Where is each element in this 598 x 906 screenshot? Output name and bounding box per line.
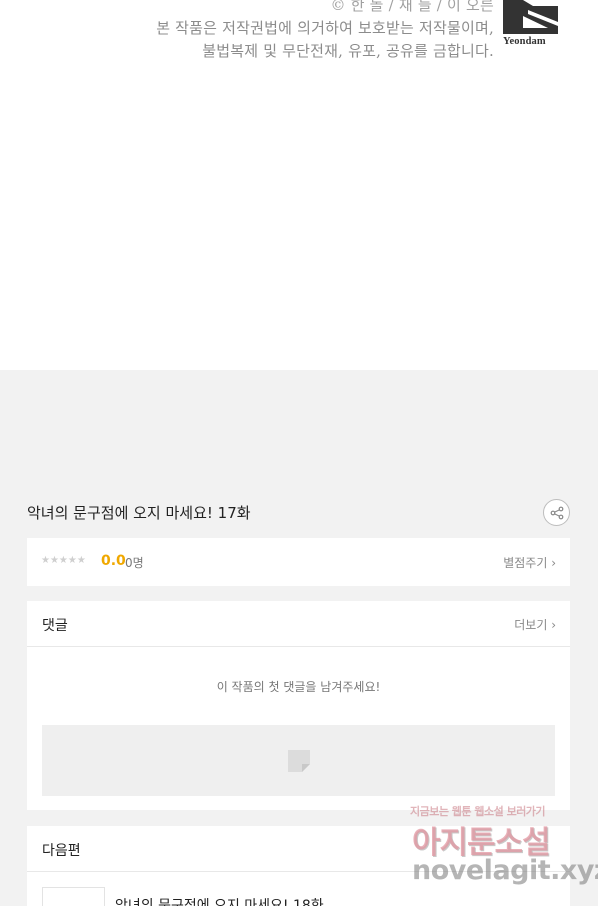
rating-stars: ★★★★★ [41,555,86,566]
episode-title: 악녀의 문구점에 오지 마세요! 17화 [27,504,251,522]
rating-card: ★★★★★ 0.0 0명 별점주기 › [27,538,570,586]
share-button[interactable] [543,499,570,526]
comic-end-panel: © 한 돌 / 재 들 / 이 오른 본 작품은 저작권법에 의거하여 보호받는… [0,0,598,370]
rating-count: 0명 [125,556,144,570]
rate-button[interactable]: 별점주기 › [503,554,556,571]
next-episode-thumbnail[interactable] [42,887,105,906]
comment-header: 댓글 더보기 › [27,601,570,647]
next-episode-section-title: 다음편 [42,843,81,859]
next-episode-header: 다음편 [27,826,570,872]
comment-input[interactable] [42,725,555,796]
empty-comments-message: 이 작품의 첫 댓글을 남겨주세요! [216,680,381,694]
rating-score: 0.0 [101,553,126,569]
comment-icon [287,749,310,772]
next-episode-card: 다음편 악녀의 문구점에 오지 마세요! 18화 [27,826,570,906]
yeondam-logo-mark [503,0,558,34]
copyright-notice: © 한 돌 / 재 들 / 이 오른 본 작품은 저작권법에 의거하여 보호받는… [156,0,494,63]
copyright-line-0: © 한 돌 / 재 들 / 이 오른 [330,0,494,14]
next-episode-link[interactable]: 악녀의 문구점에 오지 마세요! 18화 [115,895,324,906]
comment-section-title: 댓글 [42,618,68,634]
comment-card: 댓글 더보기 › 이 작품의 첫 댓글을 남겨주세요! [27,601,570,810]
logo-brand-text: Yeondam [503,36,546,47]
publisher-logo: Yeondam [503,0,559,50]
share-icon [550,506,563,519]
copyright-line-2: 불법복제 및 무단전재, 유포, 공유를 금합니다. [202,42,494,60]
more-comments-link[interactable]: 더보기 › [514,616,556,633]
copyright-line-1: 본 작품은 저작권법에 의거하여 보호받는 저작물이며, [156,19,494,37]
